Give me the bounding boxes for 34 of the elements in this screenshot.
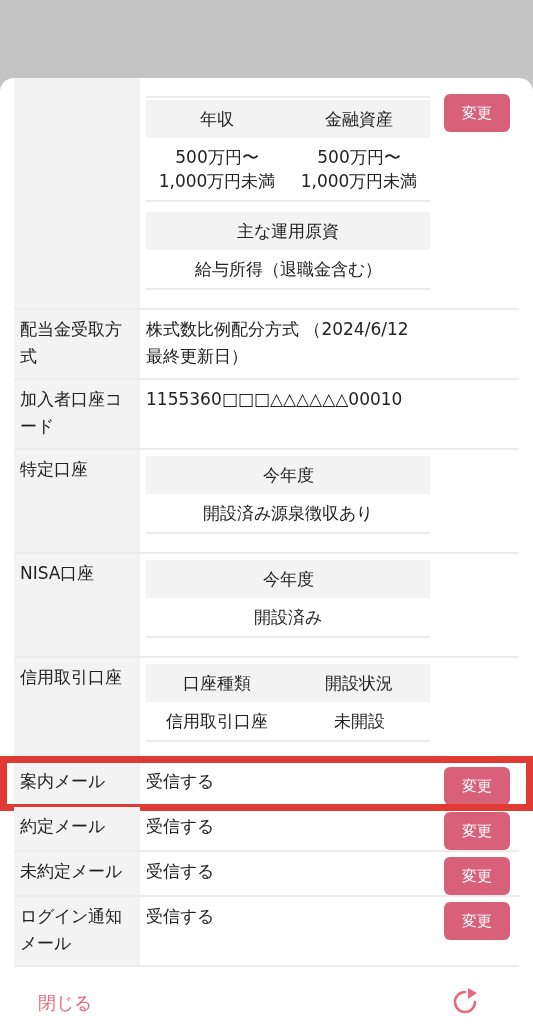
label-cell: 案内メール [14,762,140,805]
table-header: 口座種類 [182,672,252,695]
table-header: 年収 [199,108,235,131]
label-cell: 特定口座 [14,450,140,552]
table-cell-text: 給与所得（退職金含む） [193,258,383,281]
label-cell: 配当金受取方式 [14,310,140,378]
table-cell-text: 500万円〜 1,000万円未満 [157,146,277,193]
row-value: 受信する [146,860,215,883]
table-header: 金融資産 [324,108,394,131]
row-value: 受信する [146,905,215,928]
change-button[interactable]: 変更 [444,857,510,895]
table-header: 主な運用原資 [236,220,340,243]
table-cell-text: 未開設 [332,710,386,733]
label-cell: ログイン通知メール [14,897,140,965]
table-cell-text: 500万円〜 1,000万円未満 [299,146,419,193]
row-value: 受信する [146,815,215,838]
change-button[interactable]: 変更 [444,767,510,805]
close-link[interactable]: 閉じる [38,991,92,1015]
table-header: 今年度 [261,464,315,487]
label-cell: 約定メール [14,807,140,850]
table-cell-text: 開設済み [253,606,323,629]
change-button[interactable]: 変更 [444,902,510,940]
change-button[interactable]: 変更 [444,812,510,850]
label-cell: 未約定メール [14,852,140,895]
row-value: 1155360□□□△△△△△△00010 [146,388,404,411]
row-value: 株式数比例配分方式 （2024/6/12 最終更新日） [146,318,410,368]
table-header: 開設状況 [324,672,394,695]
table-header: 今年度 [261,568,315,591]
label-cell: 加入者口座コード [14,380,140,448]
table-cell-text: 信用取引口座 [165,710,269,733]
label-cell: NISA口座 [14,554,140,656]
row-value: 受信する [146,770,215,793]
table-cell-text: 開設済み源泉徴収あり [202,502,374,525]
change-button[interactable]: 変更 [444,94,510,132]
